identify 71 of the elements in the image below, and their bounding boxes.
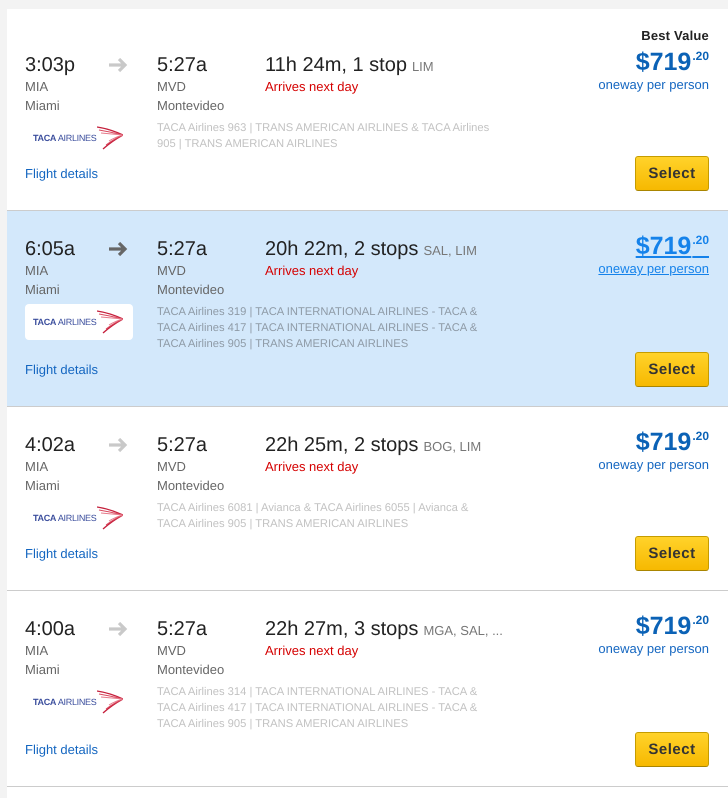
departure-airport-code: MIA [25, 78, 50, 96]
swoosh-icon [97, 506, 124, 530]
arrival-city: Montevideo [157, 661, 226, 679]
departure-airport-code: MIA [25, 642, 50, 660]
carrier-list: TACA Airlines 6081 | Avianca & TACA Airlines 6055 | Avianca & TACA Airlines 905 | TRANS AMERICAN AIRLINES [157, 500, 493, 536]
departure-time: 3:03p [25, 53, 76, 77]
airline-logo-text: TACA AIRLINES [33, 132, 96, 144]
select-button[interactable]: Select [635, 352, 709, 387]
flight-details-link[interactable]: Flight details [25, 360, 98, 378]
flight-card[interactable] [7, 9, 728, 211]
fare-basis-link[interactable]: oneway per person [598, 260, 709, 278]
flight-duration: 11h 24m, 1 stop [265, 53, 407, 77]
select-button[interactable]: Select [635, 536, 709, 571]
arrival-note: Arrives next day [265, 642, 360, 660]
arrival-note: Arrives next day [265, 78, 360, 96]
flight-card[interactable] [7, 211, 728, 407]
arrival-airport-code: MVD [157, 458, 187, 476]
stopover-airports: LIM [412, 59, 434, 74]
swoosh-icon [97, 126, 124, 150]
arrival-time: 5:27a [157, 237, 208, 261]
departure-airport-code: MIA [25, 458, 50, 476]
best-value-label: Best Value [641, 27, 709, 45]
departure-time: 4:02a [25, 433, 76, 457]
swoosh-icon [97, 310, 124, 334]
fare-basis-link[interactable]: oneway per person [598, 76, 709, 94]
flight-details-link[interactable]: Flight details [25, 544, 98, 562]
carrier-list: TACA Airlines 319 | TACA INTERNATIONAL AIRLINES - TACA & TACA Airlines 417 | TACA INTERNATIONAL AIRLINES - TACA & TACA Airlines 905 | TRANS AMERICAN AIRLINES [157, 304, 493, 352]
arrival-city: Montevideo [157, 97, 226, 115]
departure-airport-code: MIA [25, 262, 50, 280]
departure-time: 6:05a [25, 237, 76, 261]
arrival-time: 5:27a [157, 617, 208, 641]
select-button[interactable]: Select [635, 732, 709, 767]
flight-duration: 22h 27m, 3 stops [265, 617, 418, 641]
flight-duration: 22h 25m, 2 stops [265, 433, 418, 457]
stopover-airports: BOG, LIM [423, 439, 482, 454]
flight-duration: 20h 22m, 2 stops [265, 237, 418, 261]
right-arrow-icon [108, 621, 128, 637]
arrival-note: Arrives next day [265, 458, 360, 476]
arrival-time: 5:27a [157, 433, 208, 457]
departure-city: Miami [25, 661, 61, 679]
arrival-city: Montevideo [157, 281, 226, 299]
right-arrow-icon [108, 437, 128, 453]
arrival-time: 5:27a [157, 53, 208, 77]
select-button[interactable]: Select [635, 156, 709, 191]
price-link[interactable]: $719$^{.20}$ [636, 612, 709, 640]
departure-city: Miami [25, 281, 61, 299]
price-link[interactable]: $719$^{.20}$ [636, 428, 709, 456]
fare-basis-link[interactable]: oneway per person [598, 456, 709, 474]
airline-logo-text: TACA AIRLINES [33, 696, 96, 708]
arrival-airport-code: MVD [157, 262, 187, 280]
stopover-airports: MGA, SAL, ... [423, 623, 503, 638]
departure-city: Miami [25, 477, 61, 495]
price-link[interactable]: $719$^{.20}$ [636, 48, 709, 76]
departure-time: 4:00a [25, 617, 76, 641]
arrival-note: Arrives next day [265, 262, 360, 280]
price-link[interactable]: $719$^{.20}$ [636, 232, 709, 260]
fare-basis-link[interactable]: oneway per person [598, 640, 709, 658]
arrival-airport-code: MVD [157, 642, 187, 660]
carrier-list: TACA Airlines 314 | TACA INTERNATIONAL AIRLINES - TACA & TACA Airlines 417 | TACA INTERNATIONAL AIRLINES - TACA & TACA Airlines 905 | TRANS AMERICAN AIRLINES [157, 684, 493, 732]
airline-logo-text: TACA AIRLINES [33, 512, 96, 524]
right-arrow-icon [108, 241, 128, 257]
right-arrow-icon [108, 57, 128, 73]
stopover-airports: SAL, LIM [423, 243, 477, 258]
swoosh-icon [97, 690, 124, 714]
arrival-airport-code: MVD [157, 78, 187, 96]
arrival-city: Montevideo [157, 477, 226, 495]
carrier-list: TACA Airlines 963 | TRANS AMERICAN AIRLINES & TACA Airlines 905 | TRANS AMERICAN AIRLINES [157, 120, 493, 156]
flight-details-link[interactable]: Flight details [25, 164, 98, 182]
flight-details-link[interactable]: Flight details [25, 740, 98, 758]
departure-city: Miami [25, 97, 61, 115]
airline-logo-text: TACA AIRLINES [33, 316, 96, 328]
